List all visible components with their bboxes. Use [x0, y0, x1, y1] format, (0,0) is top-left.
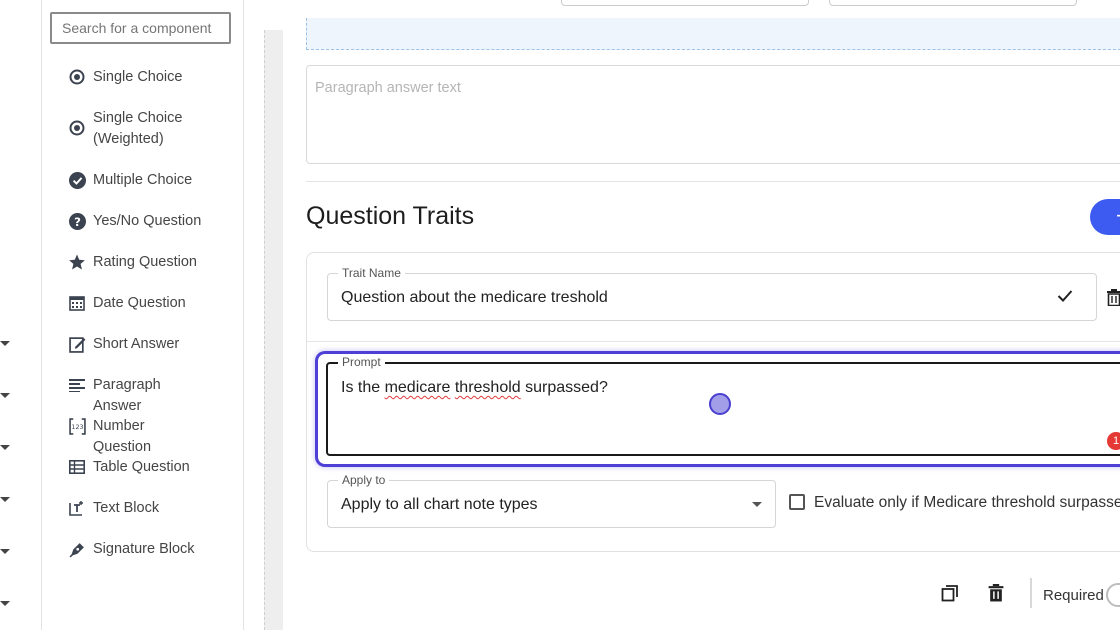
drop-zone[interactable] [306, 18, 1120, 50]
chevron-down-icon[interactable] [0, 445, 10, 450]
component-label: Single Choice [93, 69, 183, 85]
prompt-label: Prompt [338, 355, 385, 369]
component-label: Paragraph Answer [93, 377, 161, 414]
apply-to-value: Apply to all chart note types [341, 496, 538, 513]
component-panel: Single Choice Single Choice (Weighted) M… [42, 0, 244, 630]
svg-text:?: ? [74, 214, 81, 228]
duplicate-icon[interactable] [941, 584, 961, 604]
divider [307, 341, 1120, 342]
component-label: Date Question [93, 295, 186, 311]
trait-name-value: Question about the medicare treshold [341, 289, 608, 306]
top-field[interactable] [561, 0, 809, 6]
component-label: Short Answer [93, 336, 180, 352]
chevron-down-icon[interactable] [0, 393, 10, 398]
trait-name-label: Trait Name [338, 266, 405, 280]
evaluate-checkbox[interactable] [789, 494, 805, 510]
chevron-down-icon [752, 502, 762, 507]
component-label: Multiple Choice [93, 172, 193, 188]
chevron-down-icon[interactable] [0, 497, 10, 502]
component-paragraph-answer[interactable]: Paragraph Answer [68, 375, 203, 417]
delete-trait-icon[interactable] [1107, 289, 1120, 311]
divider [306, 181, 1120, 182]
mouse-cursor-indicator [709, 393, 731, 415]
section-title: Question Traits [306, 202, 475, 230]
top-field[interactable] [829, 0, 1077, 6]
spell-error-word[interactable]: threshold [455, 379, 521, 396]
canvas-gutter [264, 30, 283, 630]
check-circle-icon [68, 171, 86, 189]
component-date-question[interactable]: Date Question [68, 293, 186, 314]
component-text-block[interactable]: Text Block [68, 498, 159, 519]
radio-icon [68, 68, 86, 86]
chevron-down-icon[interactable] [0, 601, 10, 606]
component-label: Text Block [93, 500, 160, 516]
component-signature-block[interactable]: Signature Block [68, 539, 195, 560]
trait-name-field[interactable]: Trait Name Question about the medicare t… [327, 266, 1097, 321]
table-icon [68, 458, 86, 476]
text-block-icon [68, 499, 86, 517]
component-label: Table Question [93, 459, 190, 475]
chevron-down-icon[interactable] [0, 549, 10, 554]
component-label: Number Question [93, 418, 152, 455]
chevron-down-icon[interactable] [0, 341, 10, 346]
component-label: Yes/No Question [93, 213, 202, 229]
delete-question-icon[interactable] [988, 584, 1008, 604]
component-single-choice-weighted[interactable]: Single Choice (Weighted) [68, 108, 203, 150]
required-toggle[interactable] [1106, 583, 1120, 607]
paragraph-answer-field[interactable]: Paragraph answer text [306, 65, 1120, 164]
star-icon [68, 253, 86, 271]
prompt-text-part: Is the [341, 379, 385, 396]
component-short-answer[interactable]: Short Answer [68, 334, 179, 355]
component-number-question[interactable]: 123 Number Question [68, 416, 203, 458]
divider [1030, 578, 1032, 608]
radio-icon [68, 119, 86, 137]
component-label: Signature Block [93, 541, 195, 557]
component-yes-no-question[interactable]: ? Yes/No Question [68, 211, 201, 232]
svg-text:123: 123 [71, 423, 83, 431]
prompt-text: Is the medicare threshold surpassed? [341, 379, 608, 397]
check-icon[interactable] [1057, 289, 1073, 308]
component-table-question[interactable]: Table Question [68, 457, 190, 478]
edit-icon [68, 335, 86, 353]
component-label: Rating Question [93, 254, 197, 270]
add-trait-button[interactable]: + [1090, 199, 1120, 235]
component-rating-question[interactable]: Rating Question [68, 252, 197, 273]
question-circle-icon: ? [68, 212, 86, 230]
component-search-input[interactable] [50, 12, 231, 44]
calendar-icon [68, 294, 86, 312]
required-label: Required [1043, 587, 1104, 604]
error-count-badge[interactable]: 1 [1106, 431, 1120, 451]
component-label: Single Choice (Weighted) [93, 110, 183, 147]
prompt-text-part: surpassed? [520, 379, 608, 396]
paragraph-icon [68, 376, 86, 394]
component-single-choice[interactable]: Single Choice [68, 67, 182, 88]
signature-icon [68, 540, 86, 558]
apply-to-select[interactable]: Apply to Apply to all chart note types [327, 473, 776, 528]
left-rail [0, 0, 42, 630]
spell-error-word[interactable]: medicare [385, 379, 451, 396]
evaluate-label: Evaluate only if Medicare threshold surp… [814, 494, 1120, 511]
component-multiple-choice[interactable]: Multiple Choice [68, 170, 192, 191]
paragraph-placeholder: Paragraph answer text [315, 80, 461, 96]
apply-to-label: Apply to [338, 473, 390, 487]
number-icon: 123 [68, 417, 86, 435]
